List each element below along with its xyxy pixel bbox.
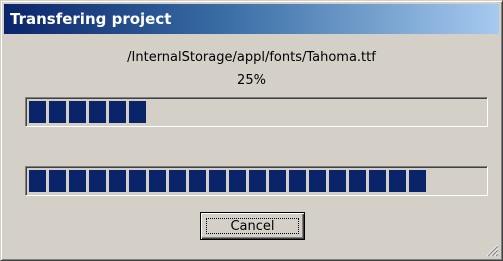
progress-percent: 25% [237,73,266,88]
total-progress-block [49,170,66,192]
total-progress-block [309,170,326,192]
total-progress-block [269,170,286,192]
transfer-dialog: Transfering project /InternalStorage/app… [0,0,503,261]
total-progress-block [329,170,346,192]
total-progress-block [409,170,426,192]
total-progress-block [249,170,266,192]
cancel-button[interactable]: Cancel [200,212,305,240]
file-progress-block [109,101,126,123]
cancel-button-label: Cancel [206,218,299,234]
current-file-path: /InternalStorage/appl/fonts/Tahoma.ttf [127,50,376,65]
total-progress-block [229,170,246,192]
total-progress-block [169,170,186,192]
total-progress-block [69,170,86,192]
total-progress-block [149,170,166,192]
total-progress-block [209,170,226,192]
total-progress-block [89,170,106,192]
file-progress-block [129,101,146,123]
file-progress-block [49,101,66,123]
total-progress-block [289,170,306,192]
file-progress-block [69,101,86,123]
file-progress-bar [25,97,488,127]
file-progress-block [29,101,46,123]
resize-grip-icon[interactable] [485,243,499,257]
total-progress-block [29,170,46,192]
total-progress-block [109,170,126,192]
total-progress-block [369,170,386,192]
total-progress-block [349,170,366,192]
total-progress-block [189,170,206,192]
total-progress-block [389,170,406,192]
total-progress-block [129,170,146,192]
file-progress-block [89,101,106,123]
total-progress-bar [25,166,488,196]
dialog-title: Transfering project [4,4,499,34]
